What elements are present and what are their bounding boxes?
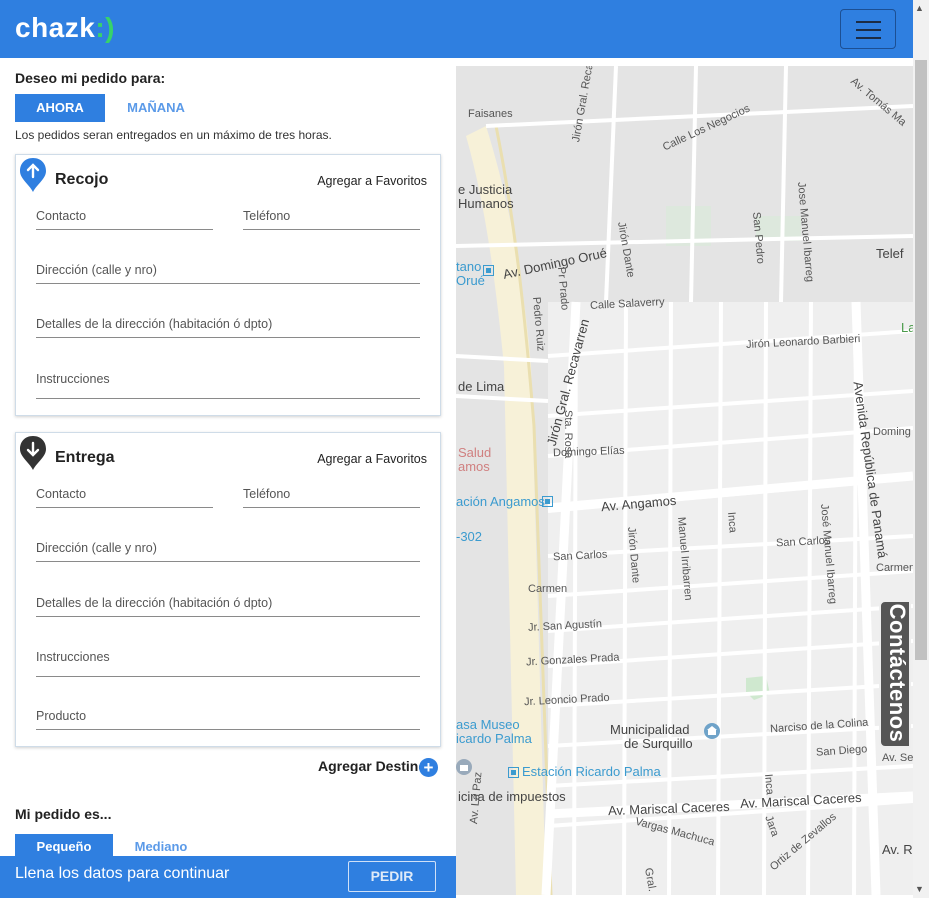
map-label-av-ro: Av. Ro [882, 842, 913, 857]
delivery-product-input[interactable]: Producto [36, 709, 420, 730]
map-label-av-ser: Av. Ser [882, 752, 913, 764]
map-label-humanos: Humanos [458, 196, 514, 211]
map-label-inca: Inca [725, 511, 739, 534]
delivery-note: Los pedidos seran entregados en un máxim… [15, 128, 332, 142]
footer-message: Llena los datos para continuar [15, 865, 230, 882]
map-label-stano: tano [456, 259, 482, 274]
map-label-estacion-rp: Estación Ricardo Palma [522, 764, 661, 779]
delivery-add-favorites[interactable]: Agregar a Favoritos [317, 452, 427, 466]
map-label-salud: Salud [458, 445, 492, 460]
hamburger-menu-button[interactable] [840, 9, 896, 49]
add-destination-button[interactable]: Agregar Destino [318, 758, 427, 774]
delivery-details-input[interactable]: Detalles de la dirección (habitación ó d… [36, 596, 420, 617]
station-orue-icon[interactable] [483, 265, 494, 276]
station-angamos-icon[interactable] [542, 496, 553, 507]
pickup-details-input[interactable]: Detalles de la dirección (habitación ó d… [36, 317, 420, 338]
map-label-municipalidad: Municipalidad [610, 722, 690, 737]
hamburger-icon [856, 21, 881, 23]
pickup-contact-input[interactable]: Contacto [36, 209, 213, 230]
map-label-ricardo-palma: icardo Palma [456, 731, 532, 746]
pickup-phone-input[interactable]: Teléfono [243, 209, 420, 230]
delivery-title: Entrega [55, 449, 115, 466]
map-label-justicia: e Justicia [458, 182, 513, 197]
order-form: Deseo mi pedido para: AHORA MAÑANA Los p… [0, 58, 456, 858]
map-label-inca-2: Inca [762, 773, 776, 796]
scroll-up-icon[interactable]: ▲ [915, 3, 924, 13]
pickup-card: Recojo Agregar a Favoritos Contacto Telé… [15, 154, 441, 416]
map-view[interactable]: Faisanes Calle Los Negocios Av. Tomás Ma… [456, 66, 913, 895]
delivery-contact-input[interactable]: Contacto [36, 487, 213, 508]
map-label-amos: amos [458, 459, 490, 474]
delivery-card: Entrega Agregar a Favoritos Contacto Tel… [15, 432, 441, 747]
map-label-doming: Doming [873, 426, 911, 438]
map-label-surquillo: de Surquillo [624, 736, 693, 751]
scrollbar-thumb[interactable] [915, 60, 927, 660]
contact-us-tab[interactable]: Contáctenos [879, 600, 911, 748]
map-label-faisanes: Faisanes [468, 108, 513, 120]
delivery-pin-icon [20, 436, 46, 470]
delivery-instructions-input[interactable]: Instrucciones [36, 650, 420, 677]
pickup-instructions-input[interactable]: Instrucciones [36, 372, 420, 399]
station-icon[interactable] [508, 767, 519, 778]
map-label-telef: Telef [876, 246, 904, 261]
municipality-icon[interactable] [704, 723, 720, 739]
size-small-tab[interactable]: Pequeño [15, 834, 113, 858]
plus-icon[interactable]: + [419, 758, 438, 777]
pickup-add-favorites[interactable]: Agregar a Favoritos [317, 174, 427, 188]
museum-icon[interactable] [456, 759, 472, 775]
contact-us-label: Contáctenos [885, 603, 910, 743]
map-label-orue: Orué [456, 273, 485, 288]
map-label-de-lima: de Lima [458, 379, 505, 394]
map-label-la: La [901, 320, 913, 335]
map-label-estacion-angamos: ación Angamos [456, 494, 545, 509]
pickup-address-input[interactable]: Dirección (calle y nro) [36, 263, 420, 284]
tab-tomorrow[interactable]: MAÑANA [111, 94, 201, 122]
delivery-address-input[interactable]: Dirección (calle y nro) [36, 541, 420, 562]
scroll-down-icon[interactable]: ▼ [915, 884, 924, 894]
map-label-carmen-2: Carmen [876, 562, 913, 574]
tab-now[interactable]: AHORA [15, 94, 105, 122]
pickup-title: Recojo [55, 171, 109, 188]
delivery-phone-input[interactable]: Teléfono [243, 487, 420, 508]
footer-bar: Llena los datos para continuar PEDIR [0, 856, 456, 898]
submit-order-button[interactable]: PEDIR [348, 861, 436, 892]
size-medium-tab[interactable]: Mediano [113, 834, 209, 858]
size-title: Mi pedido es... [15, 806, 112, 822]
map-label-domingo-elias: Domingo Elías [552, 444, 625, 460]
brand-logo[interactable]: chazk:) [15, 12, 115, 44]
pickup-pin-icon [20, 158, 46, 192]
top-navbar: chazk:) [0, 0, 913, 58]
schedule-title: Deseo mi pedido para: [15, 70, 166, 86]
map-label-carmen-1: Carmen [528, 583, 568, 595]
map-label-302: -302 [456, 529, 483, 544]
map-label-museo: asa Museo [456, 717, 520, 732]
